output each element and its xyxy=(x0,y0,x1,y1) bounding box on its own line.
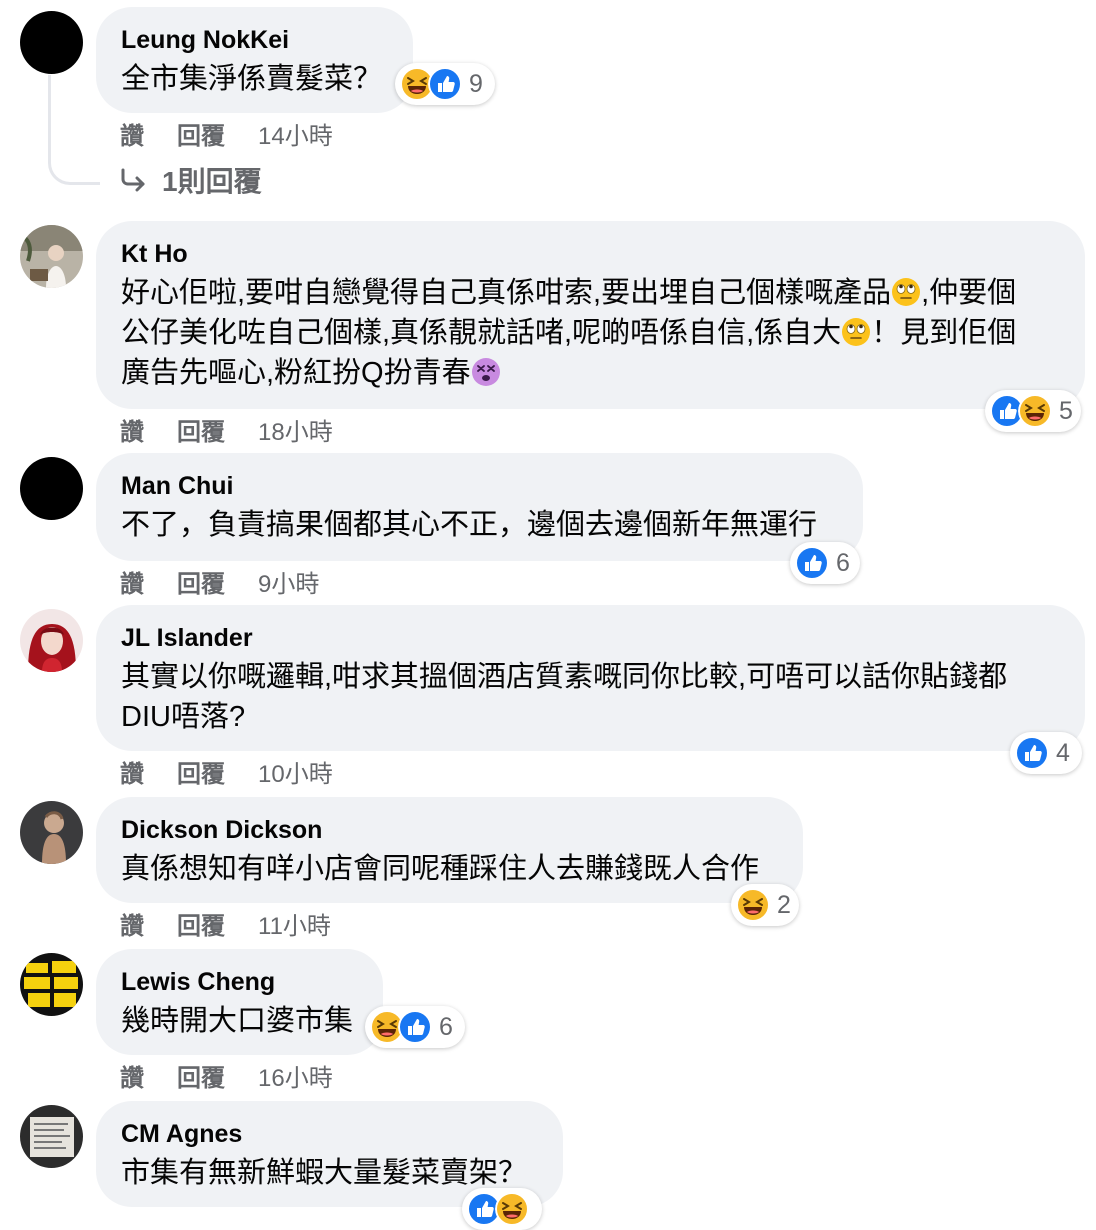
comment-actions: 讚 回覆 10小時 xyxy=(120,754,333,788)
comment-text: 幾時開大口婆市集 xyxy=(121,1005,354,1037)
commenter-name[interactable]: Kt Ho xyxy=(121,239,1060,269)
reply-button[interactable]: 回覆 xyxy=(177,1058,225,1092)
reaction-count: 4 xyxy=(1056,738,1070,767)
comment-bubble: Man Chui 不了，負責搞果個都其心不正，邊個去邊個新年無運行 xyxy=(96,453,863,561)
comment-line: DIU唔落? xyxy=(121,701,246,733)
comment-text: 全市集淨係賣髮菜？ xyxy=(121,63,383,95)
comment-bubble: Leung NokKei 全市集淨係賣髮菜？ xyxy=(96,7,413,113)
like-button[interactable]: 讚 xyxy=(120,564,144,598)
like-button[interactable]: 讚 xyxy=(120,1058,144,1092)
avatar[interactable] xyxy=(20,609,83,672)
reaction-summary[interactable]: 5 xyxy=(985,390,1081,432)
comment-timestamp[interactable]: 16小時 xyxy=(258,1058,333,1092)
comment-bubble: Dickson Dickson 真係想知有咩小店會同呢種踩住人去賺錢既人合作 xyxy=(96,797,803,903)
comment-text: 其實以你嘅邏輯,咁求其搵個酒店質素嘅同你比較,可唔可以話你貼錢都 DIU唔落? xyxy=(121,657,1060,737)
reaction-count: 6 xyxy=(439,1012,453,1041)
reaction-count: 9 xyxy=(469,69,483,98)
comment-actions: 讚 回覆 14小時 xyxy=(120,116,333,150)
like-button[interactable]: 讚 xyxy=(120,754,144,788)
reply-arrow-icon xyxy=(121,168,145,192)
commenter-name[interactable]: CM Agnes xyxy=(121,1119,538,1149)
like-icon xyxy=(795,546,829,580)
comment-text: 好心佢啦,要咁自戀覺得自己真係咁索,要出埋自己個樣嘅產品 ,仲要個 公仔美化咗自己… xyxy=(121,273,1060,393)
commenter-name[interactable]: Leung NokKei xyxy=(121,25,388,55)
comment-line: 其實以你嘅邏輯,咁求其搵個酒店質素嘅同你比較,可唔可以話你貼錢都 xyxy=(121,661,1008,693)
profile-photo xyxy=(20,609,83,672)
comment-line: 公仔美化咗自己個樣,真係靚就話啫,呢啲唔係自信,係自大 ！見到佢個 xyxy=(121,317,1017,349)
comment-timestamp[interactable]: 11小時 xyxy=(258,906,331,940)
avatar[interactable] xyxy=(20,457,83,520)
comment-bubble: Kt Ho 好心佢啦,要咁自戀覺得自己真係咁索,要出埋自己個樣嘅產品 ,仲要個 公… xyxy=(96,221,1085,409)
comment-text: 不了，負責搞果個都其心不正，邊個去邊個新年無運行 xyxy=(121,509,818,541)
comment-timestamp[interactable]: 10小時 xyxy=(258,754,333,788)
reaction-summary[interactable]: 9 xyxy=(395,63,495,105)
profile-photo xyxy=(20,1105,83,1168)
comment-timestamp[interactable]: 18小時 xyxy=(258,412,333,446)
comment-timestamp[interactable]: 14小時 xyxy=(258,116,333,150)
comment-line: 好心佢啦,要咁自戀覺得自己真係咁索,要出埋自己個樣嘅產品 ,仲要個 xyxy=(121,277,1017,309)
haha-icon xyxy=(736,888,770,922)
reaction-count: 5 xyxy=(1059,396,1073,425)
like-button[interactable]: 讚 xyxy=(120,412,144,446)
commenter-name[interactable]: Lewis Cheng xyxy=(121,967,358,997)
reaction-summary[interactable]: 6 xyxy=(790,542,860,584)
comment-actions: 讚 回覆 9小時 xyxy=(120,564,319,598)
avatar[interactable] xyxy=(20,953,83,1016)
comment-bubble: Lewis Cheng 幾時開大口婆市集 xyxy=(96,949,383,1055)
comment-bubble: JL Islander 其實以你嘅邏輯,咁求其搵個酒店質素嘅同你比較,可唔可以話… xyxy=(96,605,1085,751)
eye-roll-emoji-icon xyxy=(841,317,871,347)
comment-text: 真係想知有咩小店會同呢種踩住人去賺錢既人合作 xyxy=(121,853,760,885)
reply-button[interactable]: 回覆 xyxy=(177,564,225,598)
reply-button[interactable]: 回覆 xyxy=(177,906,225,940)
reaction-summary[interactable]: 4 xyxy=(1010,732,1082,774)
comment-actions: 讚 回覆 18小時 xyxy=(120,412,333,446)
haha-icon xyxy=(495,1192,529,1226)
reaction-summary[interactable]: 2 xyxy=(731,884,799,926)
reaction-count: 2 xyxy=(777,890,791,919)
eye-roll-emoji-icon xyxy=(891,277,921,307)
comment-actions: 讚 回覆 16小時 xyxy=(120,1058,333,1092)
like-icon xyxy=(428,67,462,101)
comment-actions: 讚 回覆 11小時 xyxy=(120,906,331,940)
comment-line: 廣告先嘔心,粉紅扮Q扮青春 xyxy=(121,353,1060,393)
avatar[interactable] xyxy=(20,801,83,864)
commenter-name[interactable]: JL Islander xyxy=(121,623,1060,653)
profile-photo xyxy=(20,801,83,864)
reaction-summary[interactable]: 6 xyxy=(365,1006,465,1048)
reply-button[interactable]: 回覆 xyxy=(177,412,225,446)
avatar[interactable] xyxy=(20,225,83,288)
view-replies-label: 1則回覆 xyxy=(162,166,262,197)
view-replies-link[interactable]: 1則回覆 xyxy=(120,160,262,200)
reply-button[interactable]: 回覆 xyxy=(177,116,225,150)
commenter-name[interactable]: Man Chui xyxy=(121,471,838,501)
thread-connector-line xyxy=(48,75,100,185)
like-icon xyxy=(398,1010,432,1044)
like-icon xyxy=(1015,736,1049,770)
reaction-count: 6 xyxy=(836,548,850,577)
haha-icon xyxy=(1018,394,1052,428)
like-button[interactable]: 讚 xyxy=(120,906,144,940)
dizzy-face-emoji-icon xyxy=(471,357,501,387)
profile-photo xyxy=(20,953,83,1016)
avatar[interactable] xyxy=(20,11,83,74)
reaction-summary[interactable] xyxy=(462,1188,542,1230)
comment-text: 市集有無新鮮蝦大量髮菜賣架？ xyxy=(121,1157,528,1189)
comment-timestamp[interactable]: 9小時 xyxy=(258,564,319,598)
reply-button[interactable]: 回覆 xyxy=(177,754,225,788)
commenter-name[interactable]: Dickson Dickson xyxy=(121,815,778,845)
profile-photo xyxy=(20,225,83,288)
avatar[interactable] xyxy=(20,1105,83,1168)
like-button[interactable]: 讚 xyxy=(120,116,144,150)
